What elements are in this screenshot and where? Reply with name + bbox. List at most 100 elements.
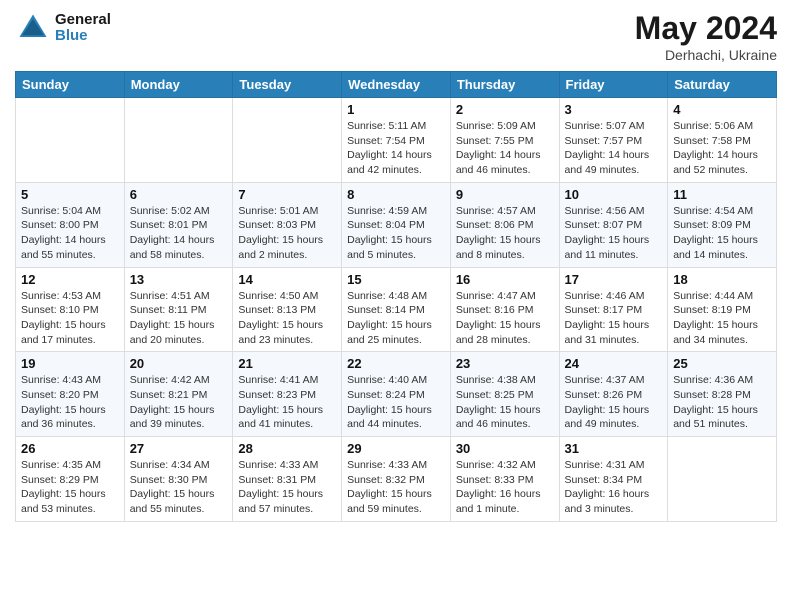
day-info: Sunrise: 5:04 AMSunset: 8:00 PMDaylight:… bbox=[21, 204, 119, 263]
day-info: Sunrise: 4:40 AMSunset: 8:24 PMDaylight:… bbox=[347, 373, 445, 432]
day-info: Sunrise: 4:51 AMSunset: 8:11 PMDaylight:… bbox=[130, 289, 228, 348]
calendar-cell bbox=[233, 98, 342, 183]
calendar-cell: 18 Sunrise: 4:44 AMSunset: 8:19 PMDayligh… bbox=[668, 267, 777, 352]
calendar-cell: 8Sunrise: 4:59 AMSunset: 8:04 PMDaylight… bbox=[342, 182, 451, 267]
day-info: Sunrise: 4:41 AMSunset: 8:23 PMDaylight:… bbox=[238, 373, 336, 432]
day-number: 4 bbox=[673, 102, 771, 117]
day-info: Sunrise: 4:48 AMSunset: 8:14 PMDaylight:… bbox=[347, 289, 445, 348]
day-header-monday: Monday bbox=[124, 72, 233, 98]
calendar-cell: 23 Sunrise: 4:38 AMSunset: 8:25 PMDayligh… bbox=[450, 352, 559, 437]
day-number: 20 bbox=[130, 356, 228, 371]
day-info: Sunrise: 5:09 AMSunset: 7:55 PMDaylight:… bbox=[456, 119, 554, 178]
day-info: Sunrise: 4:35 AMSunset: 8:29 PMDaylight:… bbox=[21, 458, 119, 517]
day-number: 31 bbox=[565, 441, 663, 456]
day-info: Sunrise: 4:42 AMSunset: 8:21 PMDaylight:… bbox=[130, 373, 228, 432]
day-info: Sunrise: 4:56 AMSunset: 8:07 PMDaylight:… bbox=[565, 204, 663, 263]
calendar-cell: 11Sunrise: 4:54 AMSunset: 8:09 PMDayligh… bbox=[668, 182, 777, 267]
day-number: 5 bbox=[21, 187, 119, 202]
logo-text: General Blue bbox=[55, 12, 111, 45]
calendar-cell: 29 Sunrise: 4:33 AMSunset: 8:32 PMDayligh… bbox=[342, 437, 451, 522]
day-info: Sunrise: 4:47 AMSunset: 8:16 PMDaylight:… bbox=[456, 289, 554, 348]
calendar-cell: 30 Sunrise: 4:32 AMSunset: 8:33 PMDayligh… bbox=[450, 437, 559, 522]
day-info: Sunrise: 4:32 AMSunset: 8:33 PMDaylight:… bbox=[456, 458, 554, 517]
week-row-3: 12Sunrise: 4:53 AMSunset: 8:10 PMDayligh… bbox=[16, 267, 777, 352]
day-info: Sunrise: 4:33 AMSunset: 8:31 PMDaylight:… bbox=[238, 458, 336, 517]
day-header-saturday: Saturday bbox=[668, 72, 777, 98]
day-number: 15 bbox=[347, 272, 445, 287]
week-row-4: 19 Sunrise: 4:43 AMSunset: 8:20 PMDayligh… bbox=[16, 352, 777, 437]
day-header-thursday: Thursday bbox=[450, 72, 559, 98]
day-info: Sunrise: 5:07 AMSunset: 7:57 PMDaylight:… bbox=[565, 119, 663, 178]
day-number: 29 bbox=[347, 441, 445, 456]
calendar-cell: 1 Sunrise: 5:11 AMSunset: 7:54 PMDaylight… bbox=[342, 98, 451, 183]
day-info: Sunrise: 5:06 AMSunset: 7:58 PMDaylight:… bbox=[673, 119, 771, 178]
day-number: 22 bbox=[347, 356, 445, 371]
calendar-cell: 31Sunrise: 4:31 AMSunset: 8:34 PMDayligh… bbox=[559, 437, 668, 522]
calendar-cell: 22 Sunrise: 4:40 AMSunset: 8:24 PMDayligh… bbox=[342, 352, 451, 437]
page: General Blue May 2024 Derhachi, Ukraine … bbox=[0, 0, 792, 612]
week-row-5: 26Sunrise: 4:35 AMSunset: 8:29 PMDayligh… bbox=[16, 437, 777, 522]
day-info: Sunrise: 4:37 AMSunset: 8:26 PMDaylight:… bbox=[565, 373, 663, 432]
logo: General Blue bbox=[15, 10, 111, 46]
calendar-cell: 7Sunrise: 5:01 AMSunset: 8:03 PMDaylight… bbox=[233, 182, 342, 267]
calendar-cell: 15 Sunrise: 4:48 AMSunset: 8:14 PMDayligh… bbox=[342, 267, 451, 352]
calendar-cell bbox=[124, 98, 233, 183]
day-info: Sunrise: 4:44 AMSunset: 8:19 PMDaylight:… bbox=[673, 289, 771, 348]
calendar-cell: 4 Sunrise: 5:06 AMSunset: 7:58 PMDaylight… bbox=[668, 98, 777, 183]
day-info: Sunrise: 4:50 AMSunset: 8:13 PMDaylight:… bbox=[238, 289, 336, 348]
day-info: Sunrise: 4:33 AMSunset: 8:32 PMDaylight:… bbox=[347, 458, 445, 517]
day-number: 27 bbox=[130, 441, 228, 456]
day-number: 16 bbox=[456, 272, 554, 287]
month-title: May 2024 bbox=[635, 10, 777, 47]
day-number: 9 bbox=[456, 187, 554, 202]
logo-icon bbox=[15, 10, 51, 46]
day-number: 25 bbox=[673, 356, 771, 371]
day-number: 18 bbox=[673, 272, 771, 287]
day-number: 14 bbox=[238, 272, 336, 287]
calendar-cell: 5 Sunrise: 5:04 AMSunset: 8:00 PMDaylight… bbox=[16, 182, 125, 267]
calendar-cell: 9 Sunrise: 4:57 AMSunset: 8:06 PMDaylight… bbox=[450, 182, 559, 267]
calendar-cell: 2 Sunrise: 5:09 AMSunset: 7:55 PMDaylight… bbox=[450, 98, 559, 183]
day-number: 28 bbox=[238, 441, 336, 456]
calendar-cell bbox=[668, 437, 777, 522]
day-number: 23 bbox=[456, 356, 554, 371]
day-info: Sunrise: 5:02 AMSunset: 8:01 PMDaylight:… bbox=[130, 204, 228, 263]
calendar-cell: 14 Sunrise: 4:50 AMSunset: 8:13 PMDayligh… bbox=[233, 267, 342, 352]
day-header-friday: Friday bbox=[559, 72, 668, 98]
day-number: 3 bbox=[565, 102, 663, 117]
day-info: Sunrise: 4:57 AMSunset: 8:06 PMDaylight:… bbox=[456, 204, 554, 263]
calendar-cell bbox=[16, 98, 125, 183]
calendar-cell: 20 Sunrise: 4:42 AMSunset: 8:21 PMDayligh… bbox=[124, 352, 233, 437]
day-number: 8 bbox=[347, 187, 445, 202]
day-number: 6 bbox=[130, 187, 228, 202]
day-info: Sunrise: 4:36 AMSunset: 8:28 PMDaylight:… bbox=[673, 373, 771, 432]
title-block: May 2024 Derhachi, Ukraine bbox=[635, 10, 777, 63]
calendar-cell: 28 Sunrise: 4:33 AMSunset: 8:31 PMDayligh… bbox=[233, 437, 342, 522]
day-number: 7 bbox=[238, 187, 336, 202]
week-row-2: 5 Sunrise: 5:04 AMSunset: 8:00 PMDaylight… bbox=[16, 182, 777, 267]
day-number: 2 bbox=[456, 102, 554, 117]
day-number: 30 bbox=[456, 441, 554, 456]
calendar-cell: 10Sunrise: 4:56 AMSunset: 8:07 PMDayligh… bbox=[559, 182, 668, 267]
calendar-cell: 21Sunrise: 4:41 AMSunset: 8:23 PMDayligh… bbox=[233, 352, 342, 437]
day-number: 11 bbox=[673, 187, 771, 202]
day-number: 12 bbox=[21, 272, 119, 287]
day-header-row: SundayMondayTuesdayWednesdayThursdayFrid… bbox=[16, 72, 777, 98]
location: Derhachi, Ukraine bbox=[635, 47, 777, 63]
day-number: 13 bbox=[130, 272, 228, 287]
calendar-cell: 6 Sunrise: 5:02 AMSunset: 8:01 PMDaylight… bbox=[124, 182, 233, 267]
calendar-cell: 3 Sunrise: 5:07 AMSunset: 7:57 PMDaylight… bbox=[559, 98, 668, 183]
calendar-table: SundayMondayTuesdayWednesdayThursdayFrid… bbox=[15, 71, 777, 522]
calendar-cell: 25 Sunrise: 4:36 AMSunset: 8:28 PMDayligh… bbox=[668, 352, 777, 437]
calendar-cell: 16 Sunrise: 4:47 AMSunset: 8:16 PMDayligh… bbox=[450, 267, 559, 352]
day-header-wednesday: Wednesday bbox=[342, 72, 451, 98]
day-info: Sunrise: 5:11 AMSunset: 7:54 PMDaylight:… bbox=[347, 119, 445, 178]
calendar-cell: 12Sunrise: 4:53 AMSunset: 8:10 PMDayligh… bbox=[16, 267, 125, 352]
day-info: Sunrise: 4:43 AMSunset: 8:20 PMDaylight:… bbox=[21, 373, 119, 432]
day-number: 1 bbox=[347, 102, 445, 117]
day-number: 24 bbox=[565, 356, 663, 371]
day-header-sunday: Sunday bbox=[16, 72, 125, 98]
day-header-tuesday: Tuesday bbox=[233, 72, 342, 98]
day-number: 19 bbox=[21, 356, 119, 371]
day-info: Sunrise: 4:38 AMSunset: 8:25 PMDaylight:… bbox=[456, 373, 554, 432]
